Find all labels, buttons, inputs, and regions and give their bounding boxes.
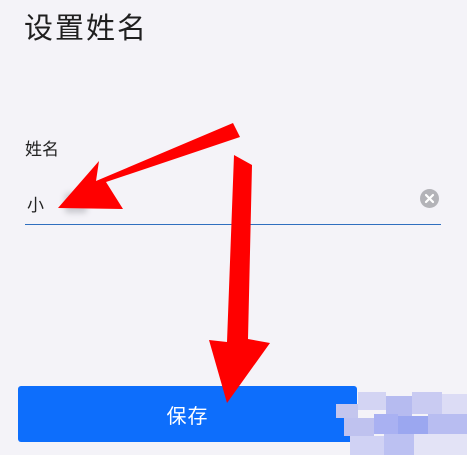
save-button[interactable]: 保存 — [18, 386, 357, 442]
name-label: 姓名 — [25, 140, 59, 160]
clear-icon[interactable] — [420, 189, 439, 208]
name-field — [25, 183, 441, 225]
mosaic-overlay — [336, 392, 467, 455]
page-title: 设置姓名 — [24, 11, 149, 45]
obscured-name-blur — [65, 193, 87, 213]
